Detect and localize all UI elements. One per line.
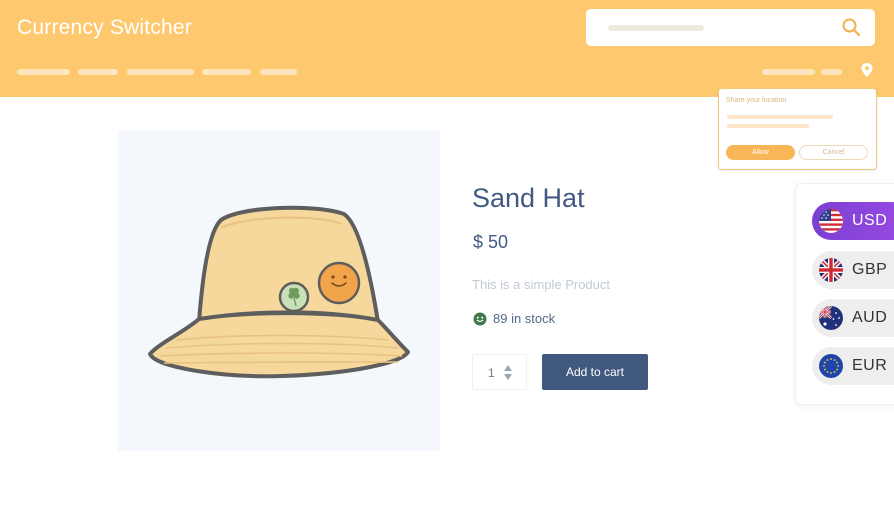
product-description: This is a simple Product	[472, 277, 610, 292]
product-price: $ 50	[473, 232, 509, 252]
currency-code: GBP	[852, 261, 888, 278]
allow-location-button[interactable]: Allow	[726, 145, 795, 160]
currency-code: USD	[852, 212, 888, 229]
location-popup-title: Share your location	[726, 97, 787, 104]
currency-option-eur[interactable]: EUR	[812, 347, 894, 385]
location-popup-text	[727, 115, 833, 119]
search-input[interactable]	[586, 9, 875, 46]
au-flag-icon	[819, 306, 843, 330]
uk-flag-icon	[819, 258, 843, 282]
currency-option-aud[interactable]: AUD	[812, 299, 894, 337]
currency-switcher-panel: USD GBP AUD EUR	[795, 183, 894, 405]
nav-item[interactable]	[260, 69, 297, 75]
product-title: Sand Hat	[472, 183, 585, 213]
quantity-increase-icon[interactable]	[504, 365, 512, 371]
site-header: Currency Switcher	[0, 0, 894, 97]
nav-item[interactable]	[17, 69, 70, 75]
nav-item[interactable]	[202, 69, 251, 75]
nav-item[interactable]	[821, 69, 842, 75]
cancel-location-button[interactable]: Cancel	[799, 145, 868, 160]
location-popup-text	[727, 124, 809, 128]
stock-status: 89 in stock	[493, 311, 556, 326]
quantity-stepper[interactable]: 1	[472, 354, 527, 390]
in-stock-icon	[473, 312, 487, 326]
currency-code: AUD	[852, 309, 888, 326]
quantity-decrease-icon[interactable]	[504, 374, 512, 380]
site-title[interactable]: Currency Switcher	[17, 16, 192, 40]
currency-option-usd[interactable]: USD	[812, 202, 894, 240]
us-flag-icon	[819, 209, 843, 233]
nav-item[interactable]	[127, 69, 194, 75]
add-to-cart-button[interactable]: Add to cart	[542, 354, 648, 390]
eu-flag-icon	[819, 354, 843, 378]
nav-item[interactable]	[762, 69, 815, 75]
location-pin-icon[interactable]	[861, 63, 873, 77]
nav-item[interactable]	[78, 69, 118, 75]
search-icon[interactable]	[841, 17, 861, 37]
currency-option-gbp[interactable]: GBP	[812, 251, 894, 289]
product-image-panel[interactable]	[118, 130, 440, 451]
currency-code: EUR	[852, 357, 888, 374]
quantity-value[interactable]: 1	[488, 366, 495, 380]
search-placeholder	[608, 25, 704, 31]
bucket-hat-image	[148, 205, 410, 379]
location-permission-popup: Share your location Allow Cancel	[718, 88, 877, 170]
